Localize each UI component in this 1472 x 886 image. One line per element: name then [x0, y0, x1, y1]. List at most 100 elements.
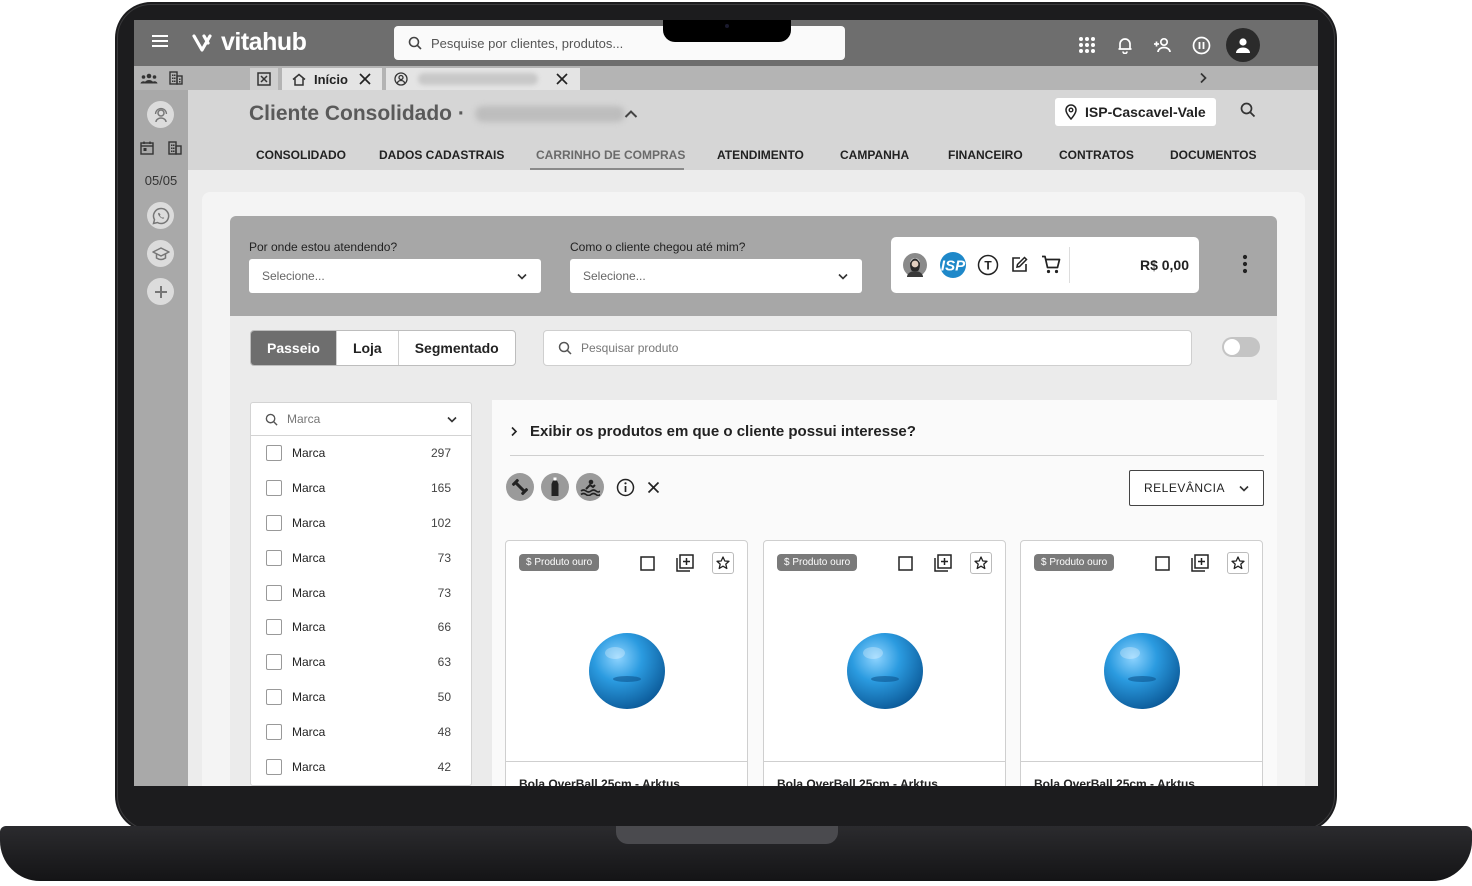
product-card[interactable]: $ Produto ouro Bola OverBall 25cm - Arkt…	[763, 540, 1006, 786]
building-icon[interactable]	[168, 141, 182, 155]
segment-passeio[interactable]: Passeio	[251, 331, 337, 365]
toggle-switch[interactable]	[1222, 337, 1260, 357]
add-to-cart-icon[interactable]	[932, 552, 954, 574]
product-image[interactable]	[764, 581, 1005, 761]
building-icon[interactable]	[168, 71, 183, 85]
tab-carrinho-de-compras[interactable]: CARRINHO DE COMPRAS	[536, 148, 685, 162]
product-search-input[interactable]: Pesquisar produto	[543, 330, 1192, 366]
checkbox[interactable]	[266, 723, 282, 740]
card-divider	[764, 761, 1005, 762]
tab-consolidado[interactable]: CONSOLIDADO	[256, 148, 346, 162]
page-title: Cliente Consolidado ·	[249, 102, 625, 126]
product-image[interactable]	[1021, 581, 1262, 761]
add-to-cart-icon[interactable]	[1189, 552, 1211, 574]
user-avatar[interactable]	[1226, 28, 1260, 62]
tab-inicio[interactable]: Início	[282, 68, 382, 90]
checkbox[interactable]	[266, 514, 282, 531]
info-icon[interactable]	[613, 475, 637, 499]
product-image[interactable]	[506, 581, 747, 761]
location-selector[interactable]: ISP-Cascavel-Vale	[1055, 98, 1216, 126]
add-person-icon[interactable]	[1144, 30, 1182, 60]
tab-contratos[interactable]: CONTRATOS	[1059, 148, 1134, 162]
checkbox[interactable]	[266, 619, 282, 636]
education-button[interactable]	[147, 240, 174, 267]
filter-item[interactable]: Marca 63	[251, 645, 471, 680]
product-card[interactable]: $ Produto ouro Bola OverBall 25cm - Arkt…	[505, 540, 748, 786]
checkbox[interactable]	[266, 758, 282, 775]
checkbox[interactable]	[266, 584, 282, 601]
page-title-text: Cliente Consolidado ·	[249, 102, 465, 125]
where-select-value: Selecione...	[262, 269, 325, 283]
filter-item[interactable]: Marca 66	[251, 610, 471, 645]
whatsapp-button[interactable]	[147, 202, 174, 229]
pause-icon[interactable]	[1182, 30, 1220, 60]
filter-item[interactable]: Marca 297	[251, 436, 471, 471]
favorite-star-icon[interactable]	[712, 552, 734, 574]
tab-client[interactable]	[386, 68, 580, 90]
product-title[interactable]: Bola OverBall 25cm - Arktus	[1034, 777, 1195, 786]
edit-icon[interactable]	[1011, 256, 1028, 278]
segment-segmentado[interactable]: Segmentado	[399, 331, 515, 365]
filter-item[interactable]: Marca 73	[251, 540, 471, 575]
product-title[interactable]: Bola OverBall 25cm - Arktus	[777, 777, 938, 786]
group-icon[interactable]	[140, 72, 158, 84]
filter-item[interactable]: Marca 42	[251, 749, 471, 784]
calendar-icon[interactable]	[140, 141, 154, 155]
agent-avatar[interactable]	[147, 101, 174, 128]
interest-toggle-row[interactable]: Exibir os produtos em que o cliente poss…	[510, 420, 1264, 456]
checkbox[interactable]	[266, 445, 282, 462]
close-icon[interactable]	[556, 73, 568, 85]
tab-documentos[interactable]: DOCUMENTOS	[1170, 148, 1256, 162]
tab-financeiro[interactable]: FINANCEIRO	[948, 148, 1023, 162]
bottle-category-icon[interactable]	[541, 473, 569, 501]
filter-item[interactable]: Marca 48	[251, 714, 471, 749]
checkbox[interactable]	[266, 688, 282, 705]
filter-item-label: Marca	[292, 759, 326, 774]
apps-grid-icon[interactable]	[1068, 30, 1106, 60]
isp-logo[interactable]: ISP	[938, 251, 968, 284]
filter-item-count: 102	[430, 515, 451, 530]
brand-filter-search[interactable]: Marca	[251, 403, 471, 436]
more-options-icon[interactable]	[1242, 254, 1248, 279]
compare-checkbox[interactable]	[1151, 552, 1173, 574]
filter-item[interactable]: Marca 102	[251, 506, 471, 541]
headset-user-icon	[154, 107, 167, 122]
product-card[interactable]: $ Produto ouro Bola OverBall 25cm - Arkt…	[1020, 540, 1263, 786]
checkbox[interactable]	[266, 549, 282, 566]
product-title[interactable]: Bola OverBall 25cm - Arktus	[519, 777, 680, 786]
bell-icon[interactable]	[1106, 30, 1144, 60]
filter-item[interactable]: Marca 50	[251, 680, 471, 715]
seller-avatar[interactable]	[903, 253, 927, 282]
tab-campanha[interactable]: CAMPANHA	[840, 148, 909, 162]
clear-filters-icon[interactable]	[641, 475, 665, 499]
compare-checkbox[interactable]	[894, 552, 916, 574]
tab-atendimento[interactable]: ATENDIMENTO	[717, 148, 804, 162]
swimming-category-icon[interactable]	[576, 473, 604, 501]
checkbox[interactable]	[266, 654, 282, 671]
chevron-right-icon[interactable]	[1198, 71, 1208, 89]
close-icon[interactable]	[359, 73, 371, 85]
chevron-right-icon	[511, 426, 518, 437]
tab-dados-cadastrais[interactable]: DADOS CADASTRAIS	[379, 148, 504, 162]
segment-loja[interactable]: Loja	[337, 331, 399, 365]
app-logo[interactable]: vitahub	[192, 28, 307, 57]
favorite-star-icon[interactable]	[1227, 552, 1249, 574]
cart-icon[interactable]	[1041, 255, 1061, 279]
how-select[interactable]: Selecione...	[570, 259, 862, 293]
close-all-tabs-button[interactable]	[250, 68, 278, 90]
where-select[interactable]: Selecione...	[249, 259, 541, 293]
chevron-up-icon[interactable]	[624, 106, 638, 124]
add-to-cart-icon[interactable]	[674, 552, 696, 574]
filter-item[interactable]: Marca 165	[251, 471, 471, 506]
dumbbell-category-icon[interactable]	[506, 473, 534, 501]
favorite-star-icon[interactable]	[970, 552, 992, 574]
t-badge-icon[interactable]: T	[977, 254, 999, 281]
add-button[interactable]	[147, 278, 174, 305]
filter-item[interactable]: Marca 73	[251, 575, 471, 610]
menu-icon[interactable]	[152, 35, 168, 47]
search-icon[interactable]	[1240, 102, 1256, 123]
checkbox[interactable]	[266, 480, 282, 497]
client-nav-tabs: CONSOLIDADO DADOS CADASTRAIS CARRINHO DE…	[188, 148, 1318, 170]
compare-checkbox[interactable]	[636, 552, 658, 574]
sort-dropdown[interactable]: RELEVÂNCIA	[1129, 470, 1264, 506]
